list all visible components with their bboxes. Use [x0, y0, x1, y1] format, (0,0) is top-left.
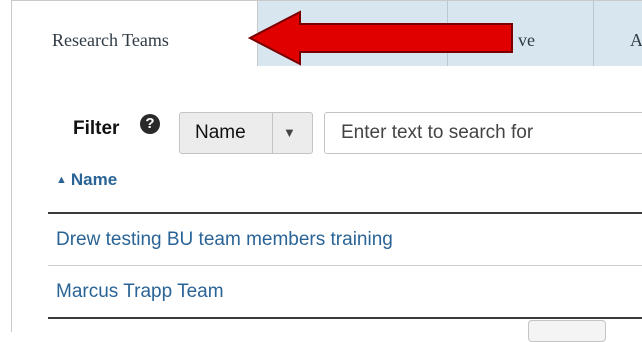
team-link[interactable]: Drew testing BU team members training [56, 214, 393, 266]
filter-label: Filter [73, 118, 120, 139]
table-row: Marcus Trapp Team [48, 266, 642, 318]
help-icon[interactable]: ? [140, 114, 160, 134]
table-row: Drew testing BU team members training [48, 214, 642, 266]
column-header-label: Name [70, 170, 118, 189]
filter-field-select[interactable]: Name ▼ [179, 112, 313, 154]
tab-overflow-partial[interactable]: Ar [594, 1, 642, 66]
select-divider [272, 113, 273, 153]
annotation-arrow [248, 10, 513, 66]
pager-control[interactable] [528, 320, 606, 342]
select-value: Name [195, 122, 246, 143]
column-header-name[interactable]: ▲ Name [56, 170, 117, 190]
table-bottom-divider [48, 317, 642, 319]
caret-down-icon[interactable]: ▼ [283, 113, 296, 153]
tab-research-teams[interactable]: Research Teams [12, 1, 258, 66]
search-input[interactable] [324, 112, 642, 154]
team-link[interactable]: Marcus Trapp Team [56, 266, 224, 318]
sort-ascending-icon: ▲ [56, 174, 67, 186]
